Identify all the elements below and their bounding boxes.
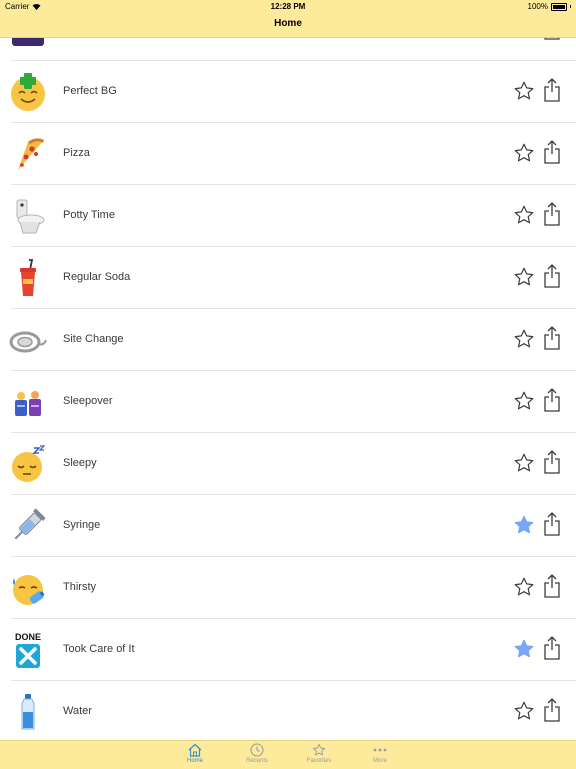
share-icon[interactable] [542, 38, 562, 41]
share-icon[interactable] [542, 325, 562, 351]
list-item[interactable]: Pizza [0, 123, 576, 185]
list-item[interactable]: Potty Time [0, 185, 576, 247]
favorite-star-icon[interactable] [513, 80, 535, 102]
sticker-list[interactable]: Perfect BG Pizza Potty Time Regular Soda… [0, 38, 576, 740]
favorite-star-icon[interactable] [513, 204, 535, 226]
navigation-bar: Home [0, 12, 576, 38]
item-label: Thirsty [63, 581, 96, 593]
tab-more[interactable]: More [350, 743, 410, 769]
clock-icon [250, 743, 264, 757]
share-icon[interactable] [542, 511, 562, 537]
share-icon[interactable] [542, 449, 562, 475]
soda-cup-icon [20, 259, 36, 296]
favorite-star-filled-icon[interactable] [513, 514, 535, 536]
list-item[interactable]: Thirsty [0, 557, 576, 619]
tab-label: More [373, 758, 387, 764]
favorite-star-icon[interactable] [513, 452, 535, 474]
ellipsis-icon [373, 748, 387, 752]
share-icon[interactable] [542, 635, 562, 661]
tab-label: Favorites [306, 758, 332, 764]
favorite-star-icon[interactable] [513, 576, 535, 598]
house-icon [188, 743, 202, 757]
list-item[interactable]: Site Change [0, 309, 576, 371]
tab-home[interactable]: Home [165, 743, 225, 769]
item-label: Perfect BG [63, 85, 117, 97]
sleepover-icon [15, 391, 41, 416]
favorite-star-icon[interactable] [513, 700, 535, 722]
favorite-star-icon[interactable] [513, 142, 535, 164]
share-icon[interactable] [542, 139, 562, 165]
list-item[interactable]: DONE Took Care of It [0, 619, 576, 681]
tab-favorites[interactable]: Favorites [289, 743, 349, 769]
infusion-set-icon [9, 331, 47, 353]
list-item[interactable]: Water [0, 681, 576, 740]
share-icon[interactable] [542, 77, 562, 103]
item-label: Pizza [63, 147, 90, 159]
syringe-icon [14, 508, 46, 540]
battery-percent: 100% [527, 2, 548, 11]
water-bottle-icon [21, 694, 35, 730]
item-label: Site Change [63, 333, 124, 345]
item-label: Water [63, 705, 92, 717]
star-icon [312, 743, 326, 756]
favorite-star-icon[interactable] [513, 328, 535, 350]
battery-tip [570, 5, 571, 8]
thirsty-face-icon [13, 575, 45, 605]
status-time: 12:28 PM [270, 2, 306, 11]
share-icon[interactable] [542, 201, 562, 227]
favorite-star-icon[interactable] [513, 266, 535, 288]
pizza-icon [18, 138, 44, 170]
status-right: 100% [528, 2, 571, 11]
list-item[interactable]: Syringe [0, 495, 576, 557]
share-icon[interactable] [542, 263, 562, 289]
list-item[interactable]: Sleepy [0, 433, 576, 495]
done-x-icon: DONE [15, 632, 41, 668]
item-label: Regular Soda [63, 271, 131, 283]
favorite-star-icon[interactable] [513, 390, 535, 412]
list-item[interactable]: Perfect BG [0, 61, 576, 123]
list-item[interactable] [0, 38, 576, 61]
share-icon[interactable] [542, 387, 562, 413]
share-icon[interactable] [542, 697, 562, 723]
share-icon[interactable] [542, 573, 562, 599]
item-label: Syringe [63, 519, 101, 531]
list-item[interactable]: Sleepover [0, 371, 576, 433]
list-item[interactable]: Regular Soda [0, 247, 576, 309]
smiling-face-cross-icon [11, 73, 45, 111]
tab-bar: Home Recents Favorites More [0, 740, 576, 769]
tab-recents[interactable]: Recents [227, 743, 287, 769]
item-label: Potty Time [63, 209, 115, 221]
status-bar: Carrier 12:28 PM 100% [0, 0, 576, 12]
favorite-star-icon[interactable] [513, 38, 535, 40]
done-icon-text: DONE [15, 632, 41, 642]
purple-tile-icon [12, 38, 44, 46]
tab-label: Recents [245, 758, 268, 764]
sleepy-face-icon [12, 445, 46, 482]
page-title: Home [274, 18, 302, 29]
item-label: Took Care of It [63, 643, 135, 655]
item-label: Sleepy [63, 457, 97, 469]
favorite-star-filled-icon[interactable] [513, 638, 535, 660]
toilet-icon [16, 199, 45, 234]
item-label: Sleepover [63, 395, 113, 407]
tab-label: Home [186, 758, 203, 764]
battery-icon [551, 2, 567, 11]
